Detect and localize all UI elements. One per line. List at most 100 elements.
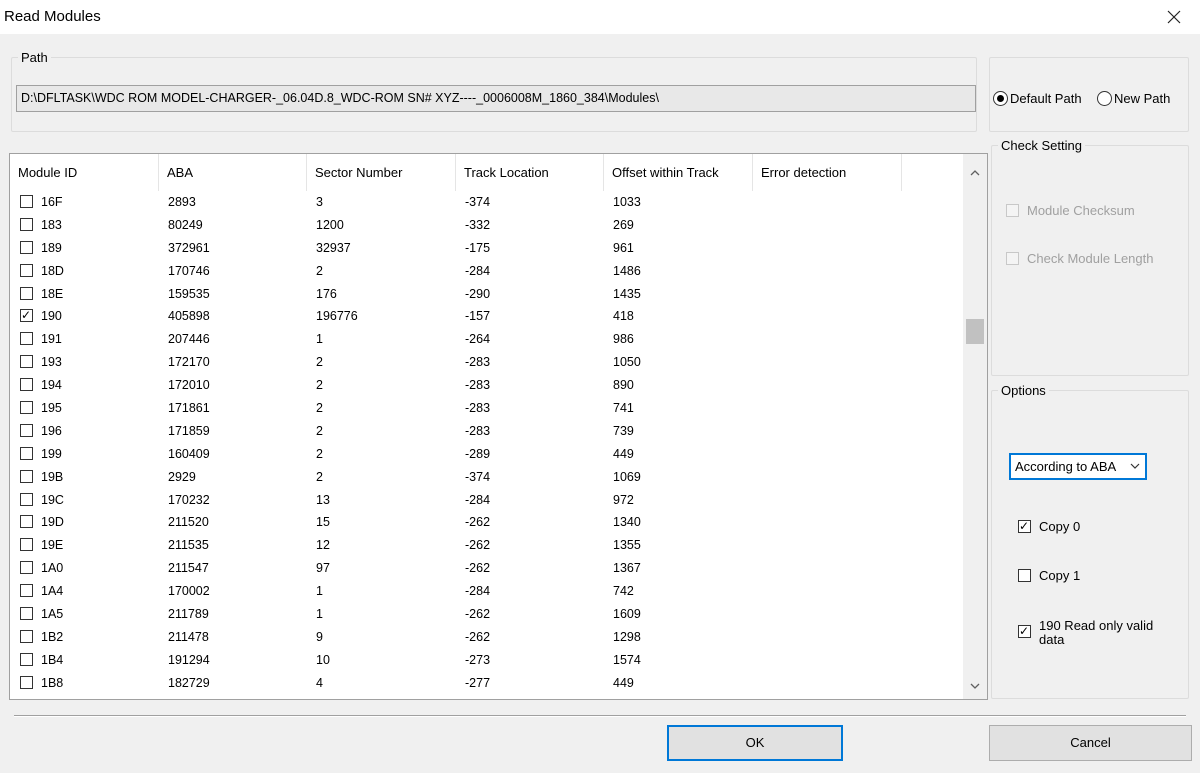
close-icon[interactable] (1164, 7, 1184, 27)
table-row[interactable]: 1A4 170002 1 -284 742 (10, 580, 963, 603)
cell-id: 194 (41, 378, 62, 393)
row-checkbox[interactable] (20, 675, 33, 689)
table-row[interactable]: 19B 2929 2 -374 1069 (10, 466, 963, 489)
sort-order-select[interactable]: According to ABA (1009, 453, 1147, 480)
row-checkbox[interactable] (20, 652, 33, 666)
row-checkbox[interactable] (20, 492, 33, 506)
copy1-box[interactable] (1018, 569, 1031, 582)
cell-sector: 196776 (316, 309, 358, 324)
cell-sector: 15 (316, 515, 330, 530)
cell-offset: 739 (613, 423, 634, 438)
row-checkbox[interactable] (20, 584, 33, 598)
module-checksum-checkbox[interactable]: Module Checksum (1006, 203, 1176, 219)
table-row[interactable]: 190 405898 196776 -157 418 (10, 305, 963, 328)
row-checkbox[interactable] (20, 195, 33, 208)
row-checkbox[interactable] (20, 561, 33, 575)
cell-id: 19C (41, 492, 64, 507)
table-row[interactable]: 193 172170 2 -283 1050 (10, 351, 963, 374)
divider (14, 715, 1186, 717)
table-row[interactable]: 196 171859 2 -283 739 (10, 420, 963, 443)
cell-track: -262 (465, 561, 491, 576)
cell-aba: 182729 (168, 675, 210, 690)
row-checkbox[interactable] (20, 446, 33, 460)
table-row[interactable]: 19E 211535 12 -262 1355 (10, 534, 963, 557)
column-header-offset-within-track[interactable]: Offset within Track (604, 154, 753, 191)
row-checkbox[interactable] (20, 240, 33, 254)
check-module-length-box[interactable] (1006, 252, 1019, 265)
table-row[interactable]: 195 171861 2 -283 741 (10, 397, 963, 420)
row-checkbox[interactable] (20, 629, 33, 643)
copy1-checkbox[interactable]: Copy 1 (1018, 568, 1168, 584)
cell-aba: 172170 (168, 355, 210, 370)
table-row[interactable]: 1A5 211789 1 -262 1609 (10, 603, 963, 626)
table-row[interactable]: 19C 170232 13 -284 972 (10, 489, 963, 512)
table-row[interactable]: 16F 2893 3 -374 1033 (10, 191, 963, 214)
cell-track: -273 (465, 652, 491, 667)
scrollbar-thumb[interactable] (966, 319, 984, 344)
row-checkbox[interactable] (20, 607, 33, 621)
row-checkbox[interactable] (20, 378, 33, 392)
cell-track: -277 (465, 675, 491, 690)
cell-aba: 160409 (168, 446, 210, 461)
table-row[interactable]: 18E 159535 176 -290 1435 (10, 283, 963, 306)
cell-sector: 2 (316, 355, 323, 370)
row-checkbox[interactable] (20, 286, 33, 300)
table-row[interactable]: 1B4 191294 10 -273 1574 (10, 649, 963, 672)
check-module-length-checkbox[interactable]: Check Module Length (1006, 251, 1176, 267)
default-path-radio[interactable]: Default Path (993, 90, 1082, 108)
column-header-module-id[interactable]: Module ID (10, 154, 159, 191)
row-checkbox[interactable] (20, 307, 33, 323)
path-field[interactable]: D:\DFLTASK\WDC ROM MODEL-CHARGER-_06.04D… (16, 85, 976, 112)
default-path-radio-indicator[interactable] (993, 91, 1008, 107)
row-checkbox[interactable] (20, 263, 33, 277)
row-checkbox[interactable] (20, 469, 33, 483)
row-checkbox[interactable] (20, 515, 33, 529)
cell-offset: 961 (613, 240, 634, 255)
cell-aba: 2893 (168, 195, 196, 209)
cell-offset: 741 (613, 401, 634, 416)
read-valid-checkbox[interactable]: 190 Read only valid data (1018, 619, 1178, 653)
cell-id: 183 (41, 217, 62, 232)
read-valid-box[interactable] (1018, 623, 1031, 639)
copy0-label: Copy 0 (1039, 519, 1081, 534)
vertical-scrollbar[interactable] (963, 154, 987, 699)
cell-sector: 1 (316, 607, 323, 622)
table-row[interactable]: 191 207446 1 -264 986 (10, 328, 963, 351)
scroll-up-icon[interactable] (963, 162, 987, 184)
row-checkbox[interactable] (20, 217, 33, 231)
row-checkbox[interactable] (20, 332, 33, 346)
row-checkbox[interactable] (20, 538, 33, 552)
table-row[interactable]: 18D 170746 2 -284 1486 (10, 260, 963, 283)
cell-track: -374 (465, 195, 491, 209)
cell-aba: 191294 (168, 652, 210, 667)
column-header-sector-number[interactable]: Sector Number (307, 154, 456, 191)
table-row[interactable]: 199 160409 2 -289 449 (10, 443, 963, 466)
table-row[interactable]: 1B2 211478 9 -262 1298 (10, 626, 963, 649)
column-header-aba[interactable]: ABA (159, 154, 307, 191)
cancel-button[interactable]: Cancel (989, 725, 1192, 761)
scroll-down-icon[interactable] (963, 675, 987, 697)
cell-sector: 1 (316, 332, 323, 347)
row-checkbox[interactable] (20, 423, 33, 437)
cell-id: 199 (41, 446, 62, 461)
module-checksum-box[interactable] (1006, 204, 1019, 217)
row-checkbox[interactable] (20, 355, 33, 369)
new-path-radio[interactable]: New Path (1097, 90, 1170, 108)
copy0-checkbox[interactable]: Copy 0 (1018, 518, 1168, 535)
column-header-track-location[interactable]: Track Location (456, 154, 604, 191)
table-row[interactable]: 189 372961 32937 -175 961 (10, 237, 963, 260)
ok-button[interactable]: OK (667, 725, 843, 761)
chevron-down-icon[interactable] (1129, 460, 1141, 472)
cell-offset: 449 (613, 446, 634, 461)
table-row[interactable]: 19D 211520 15 -262 1340 (10, 511, 963, 534)
table-row[interactable]: 194 172010 2 -283 890 (10, 374, 963, 397)
new-path-radio-indicator[interactable] (1097, 91, 1112, 107)
copy0-box[interactable] (1018, 518, 1031, 534)
column-header-error-detection[interactable]: Error detection (753, 154, 902, 191)
table-row[interactable]: 1B8 182729 4 -277 449 (10, 672, 963, 695)
module-checksum-label: Module Checksum (1027, 203, 1135, 218)
cell-id: 1A0 (41, 561, 64, 576)
row-checkbox[interactable] (20, 401, 33, 415)
table-row[interactable]: 1A0 211547 97 -262 1367 (10, 557, 963, 580)
table-row[interactable]: 183 80249 1200 -332 269 (10, 214, 963, 237)
